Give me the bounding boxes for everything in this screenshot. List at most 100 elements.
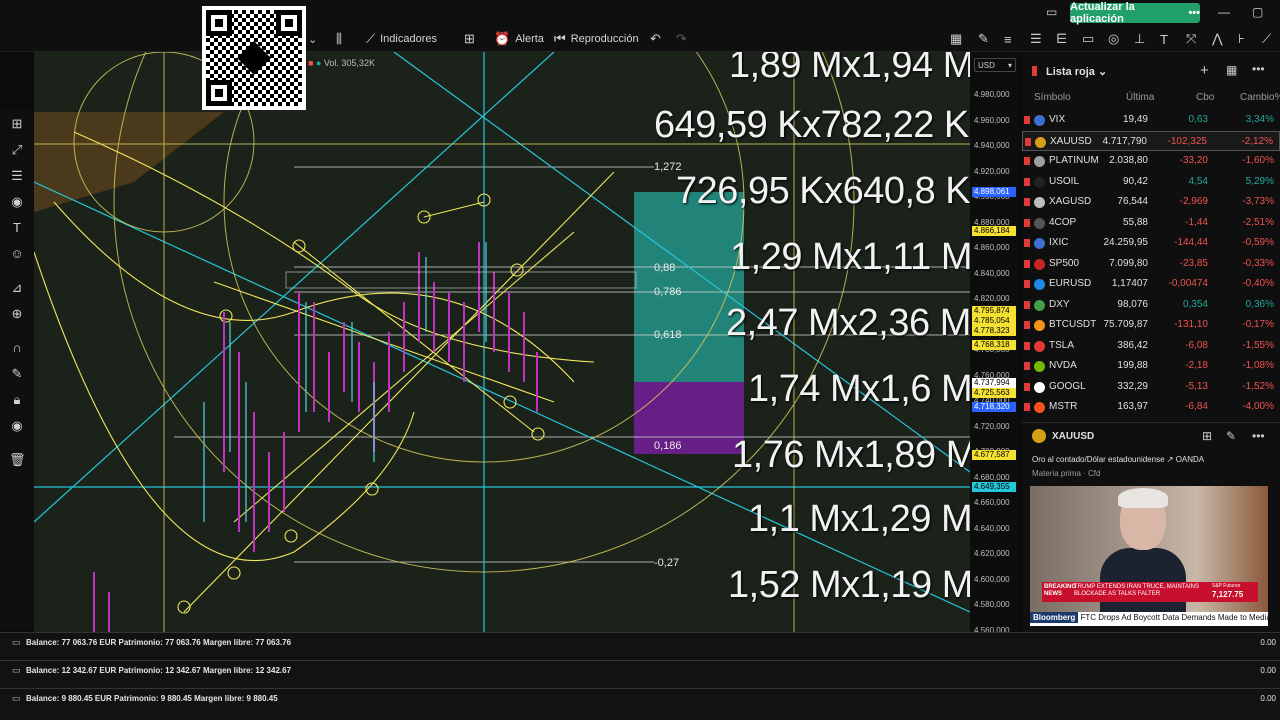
watchlist-row[interactable]: USOIL 90,42 4,54 5,29% bbox=[1022, 172, 1280, 192]
last-price: 98,076 bbox=[1117, 298, 1148, 310]
layouts-icon[interactable]: ⊞ bbox=[464, 31, 475, 47]
price-tag: 4.785,054 bbox=[972, 316, 1016, 326]
sliders-icon[interactable]: ☰ bbox=[1030, 31, 1042, 47]
ruler-icon[interactable]: ⊦ bbox=[1238, 31, 1245, 47]
grid-icon[interactable]: ▦ bbox=[950, 31, 962, 47]
pencil-icon[interactable]: ✎ bbox=[978, 31, 989, 47]
watchlist-row[interactable]: NVDA 199,88 -2,18 -1,08% bbox=[1022, 356, 1280, 376]
crosshair-icon[interactable]: ⊞ bbox=[9, 116, 25, 132]
ruler-tool-icon[interactable]: ⊿ bbox=[9, 280, 25, 296]
pattern-icon[interactable]: ⋀ bbox=[1212, 31, 1223, 47]
trash-icon[interactable]: 🗑︎ bbox=[9, 452, 26, 468]
account-row[interactable]: ▭ Balance: 77 063.76 EUR Patrimonio: 77 … bbox=[0, 632, 1280, 660]
price-scale-label: 4.600,000 bbox=[974, 574, 1010, 584]
watchlist-row[interactable]: EURUSD 1,17407 -0,00474 -0,40% bbox=[1022, 274, 1280, 294]
trendline-icon[interactable]: ⤢ bbox=[9, 142, 25, 158]
more-icon[interactable]: ••• bbox=[1252, 62, 1265, 76]
watchlist-row[interactable]: BTCUSDT 75.709,87 -131,10 -0,17% bbox=[1022, 315, 1280, 335]
replay-button[interactable]: ⏮ Reproducción bbox=[554, 31, 639, 47]
price-change: -2,18 bbox=[1185, 360, 1208, 371]
alert-button[interactable]: ⏰ Alerta bbox=[494, 31, 544, 47]
brush-icon[interactable]: ⟋ bbox=[1262, 31, 1271, 47]
column-change-pct[interactable]: Cambio% bbox=[1240, 92, 1280, 103]
watchlist-row[interactable]: PLATINUM 2.038,80 -33,20 -1,60% bbox=[1022, 151, 1280, 171]
price-tag: 4.795,874 bbox=[972, 306, 1016, 316]
price-chart[interactable]: 1,272 0,88 0,786 0,618 0,186 -0,27 1,89 … bbox=[34, 52, 970, 632]
table-icon[interactable]: ▦ bbox=[1226, 63, 1237, 77]
column-last[interactable]: Última bbox=[1126, 92, 1154, 103]
undo-icon[interactable]: ↶ bbox=[650, 31, 661, 47]
maximize-icon[interactable]: ▢ bbox=[1252, 5, 1263, 19]
expand-icon[interactable]: ▭ bbox=[12, 665, 21, 676]
watchlist-title[interactable]: Lista roja ⌄ bbox=[1046, 65, 1107, 78]
percent-change: -2,51% bbox=[1242, 216, 1274, 228]
price-scale-label: 4.940,000 bbox=[974, 141, 1010, 150]
price-tag: 4.768,318 bbox=[972, 340, 1016, 350]
column-symbol[interactable]: Símbolo bbox=[1034, 92, 1071, 103]
expand-icon[interactable]: ▭ bbox=[12, 693, 21, 704]
lock-icon[interactable]: 🔒︎ bbox=[9, 392, 25, 408]
shapes-icon[interactable]: ◉ bbox=[9, 194, 25, 210]
watchlist-row[interactable]: TSLA 386,42 -6,08 -1,55% bbox=[1022, 336, 1280, 356]
update-app-button[interactable]: Actualizar la aplicación ••• bbox=[1070, 1, 1200, 25]
chevron-down-icon: ▾ bbox=[1007, 61, 1012, 70]
watchlist-row[interactable]: XAGUSD 76,544 -2,969 -3,73% bbox=[1022, 192, 1280, 212]
symbol-name: XAGUSD bbox=[1049, 196, 1092, 207]
watchlist-row[interactable]: XAUUSD 4.717,790 -102,325 -2,12% bbox=[1022, 130, 1280, 151]
gold-icon bbox=[1032, 429, 1046, 443]
overlay-volume-text: 1,29 Mx1,11 M bbox=[730, 236, 970, 278]
lock-drawing-icon[interactable]: ✎ bbox=[9, 366, 25, 382]
rectangle-icon[interactable]: ▭ bbox=[1082, 31, 1094, 47]
circle-icon[interactable]: ◎ bbox=[1108, 31, 1119, 47]
bar-style-icon[interactable]: ⫼ bbox=[336, 31, 342, 47]
price-tag: 4.649,355 bbox=[972, 482, 1016, 492]
percent-change: -1,08% bbox=[1242, 360, 1274, 371]
eye-icon[interactable]: ◉ bbox=[9, 418, 25, 434]
chevron-down-icon[interactable]: ⌄ bbox=[308, 31, 317, 47]
price-change: -6,08 bbox=[1185, 339, 1208, 351]
column-change[interactable]: Cbo bbox=[1196, 92, 1214, 103]
price-scale[interactable]: 4.980,0004.960,0004.940,0004.920,0004.90… bbox=[970, 52, 1020, 660]
symbol-name: SP500 bbox=[1049, 257, 1080, 269]
last-price: 90,42 bbox=[1122, 175, 1148, 187]
fib-icon[interactable]: ☰ bbox=[9, 168, 25, 184]
monitor-icon[interactable]: ▭ bbox=[1046, 5, 1057, 19]
watchlist-row[interactable]: VIX 19,49 0,63 3,34% bbox=[1022, 110, 1280, 130]
account-pnl: 0.00 bbox=[1260, 638, 1276, 647]
text-icon[interactable]: T bbox=[1160, 31, 1168, 47]
grid-icon[interactable]: ⊞ bbox=[1202, 429, 1212, 443]
price-change: -5,13 bbox=[1185, 380, 1208, 392]
zoom-icon[interactable]: ⊕ bbox=[9, 306, 25, 322]
minimize-icon[interactable]: — bbox=[1218, 5, 1230, 19]
magnet-icon[interactable]: ∩ bbox=[9, 340, 25, 356]
detail-symbol: XAUUSD bbox=[1052, 431, 1095, 442]
expand-icon[interactable]: ▭ bbox=[12, 637, 21, 648]
watchlist-row[interactable]: 4COP 55,88 -1,44 -2,51% bbox=[1022, 213, 1280, 233]
emoji-icon[interactable]: ☺ bbox=[9, 246, 25, 262]
arrows-icon[interactable]: ⤧ bbox=[1186, 31, 1196, 47]
more-icon[interactable]: ••• bbox=[1252, 429, 1265, 443]
currency-selector[interactable]: USD ▾ bbox=[974, 58, 1016, 72]
add-symbol-icon[interactable]: + bbox=[1200, 62, 1209, 79]
lines-icon[interactable]: ≡ bbox=[1004, 31, 1012, 47]
edit-icon[interactable]: ✎ bbox=[1226, 429, 1236, 443]
percent-change: -1,60% bbox=[1242, 155, 1274, 166]
watchlist-row[interactable]: IXIC 24.259,95 -144,44 -0,59% bbox=[1022, 233, 1280, 253]
watchlist-row[interactable]: MSTR 163,97 -6,84 -4,00% bbox=[1022, 397, 1280, 417]
symbol-icon bbox=[1034, 238, 1045, 249]
watchlist-row[interactable]: GOOGL 332,29 -5,13 -1,52% bbox=[1022, 377, 1280, 397]
watchlist-row[interactable]: SP500 7.099,80 -23,85 -0,33% bbox=[1022, 254, 1280, 274]
news-video[interactable]: BREAKING NEWS TRUMP EXTENDS IRAN TRUCE, … bbox=[1030, 486, 1268, 626]
percent-change: 5,29% bbox=[1245, 175, 1274, 187]
text-tool-icon[interactable]: T bbox=[9, 220, 25, 236]
account-row[interactable]: ▭ Balance: 9 880.45 EUR Patrimonio: 9 88… bbox=[0, 688, 1280, 716]
indicators-button[interactable]: ⟋ Indicadores bbox=[366, 31, 437, 47]
fib-zone-purple bbox=[634, 382, 744, 454]
price-scale-label: 4.620,000 bbox=[974, 549, 1010, 558]
account-row[interactable]: ▭ Balance: 12 342.67 EUR Patrimonio: 12 … bbox=[0, 660, 1280, 688]
redo-icon[interactable]: ↷ bbox=[676, 31, 687, 47]
channel-icon[interactable]: ⋿ bbox=[1056, 31, 1067, 47]
measure-icon[interactable]: ⊥ bbox=[1134, 31, 1145, 47]
watchlist-row[interactable]: DXY 98,076 0,354 0,36% bbox=[1022, 295, 1280, 315]
currency-label: USD bbox=[978, 61, 995, 70]
